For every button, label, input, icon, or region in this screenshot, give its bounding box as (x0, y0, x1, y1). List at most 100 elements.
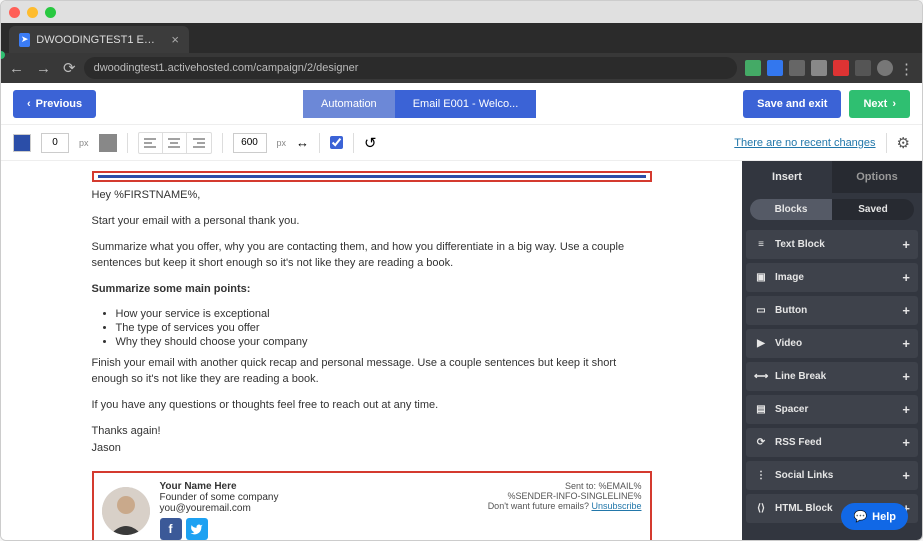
align-right-icon[interactable] (187, 133, 211, 153)
closing-text: Finish your email with another quick rec… (92, 356, 652, 388)
signature-email: you@youremail.com (160, 503, 279, 514)
divider-block-selected[interactable] (92, 171, 652, 182)
nav-reload-icon[interactable]: ⟳ (63, 59, 76, 77)
step-email[interactable]: Email E001 - Welco... (395, 90, 537, 118)
help-button[interactable]: 💬 Help (841, 503, 908, 530)
subtab-saved[interactable]: Saved (832, 199, 914, 220)
sender-info-text: %SENDER-INFO-SINGLELINE% (488, 491, 642, 501)
previous-button[interactable]: ‹ Previous (13, 90, 96, 118)
border-color-swatch[interactable] (99, 134, 117, 152)
intro-text: Start your email with a personal thank y… (92, 214, 652, 230)
align-center-icon[interactable] (163, 133, 187, 153)
tab-options[interactable]: Options (832, 161, 922, 193)
stepper: Automation Email E001 - Welco... (303, 90, 536, 118)
signature-block-selected[interactable]: Your Name Here Founder of some company y… (92, 471, 652, 541)
width-input[interactable] (233, 133, 267, 153)
block-item-spacer[interactable]: ▤Spacer+ (746, 395, 918, 424)
block-item-video[interactable]: ▶Video+ (746, 329, 918, 358)
save-exit-button[interactable]: Save and exit (743, 90, 841, 118)
email-canvas[interactable]: Hey %FIRSTNAME%, Start your email with a… (1, 161, 742, 541)
nav-back-icon[interactable]: ← (9, 60, 24, 77)
plus-icon: + (902, 336, 910, 351)
tab-title: DWOODINGTEST1 Email Mark (36, 34, 161, 46)
divider-line (98, 175, 646, 178)
align-left-icon[interactable] (139, 133, 163, 153)
chevron-right-icon: › (892, 98, 896, 110)
block-label: Text Block (775, 239, 825, 250)
signer-text: Jason (92, 441, 652, 457)
tab-insert[interactable]: Insert (742, 161, 832, 193)
profile-icon[interactable] (877, 60, 893, 76)
facebook-icon[interactable]: f (160, 518, 182, 540)
macos-titlebar (1, 1, 922, 23)
undo-icon[interactable]: ↺ (364, 134, 377, 152)
divider (886, 133, 887, 153)
thanks-text: Thanks again! (92, 424, 652, 440)
border-width-input[interactable] (41, 133, 69, 153)
ext-icon[interactable] (789, 60, 805, 76)
block-item-social-links[interactable]: ⋮Social Links+ (746, 461, 918, 490)
toggle-checkbox[interactable] (330, 136, 343, 149)
twitter-icon[interactable] (186, 518, 208, 540)
block-item-rss-feed[interactable]: ⟳RSS Feed+ (746, 428, 918, 457)
window-maximize-icon[interactable] (45, 7, 56, 18)
width-full-icon[interactable]: ↔ (296, 135, 309, 150)
plus-icon: + (902, 270, 910, 285)
block-icon: ▣ (754, 272, 768, 283)
block-item-line-break[interactable]: ⟷ Line Break + (746, 362, 918, 391)
list-item: The type of services you offer (116, 322, 652, 334)
email-body[interactable]: Hey %FIRSTNAME%, Start your email with a… (92, 188, 652, 457)
app-header: ‹ Previous Automation Email E001 - Welco… (1, 83, 922, 125)
block-label: HTML Block (775, 503, 833, 514)
ext-icon[interactable] (767, 60, 783, 76)
block-icon: ⟷ (754, 371, 768, 382)
ext-icon[interactable] (855, 60, 871, 76)
points-list: How your service is exceptional The type… (116, 308, 652, 348)
list-item: Why they should choose your company (116, 336, 652, 348)
align-group (138, 132, 212, 154)
list-item: How your service is exceptional (116, 308, 652, 320)
sidebar: Insert Options Blocks Saved ≡Text Block+… (742, 161, 922, 541)
block-icon: ▭ (754, 305, 768, 316)
block-icon: ▶ (754, 338, 768, 349)
signature-name: Your Name Here (160, 481, 279, 492)
browser-toolbar: ← → ⟳ dwoodingtest1.activehosted.com/cam… (1, 53, 922, 83)
unit-label: px (277, 138, 287, 148)
step-automation[interactable]: Automation (303, 90, 395, 118)
favicon-icon: ➤ (19, 33, 30, 47)
block-icon: ▤ (754, 404, 768, 415)
next-button[interactable]: Next › (849, 90, 910, 118)
subtab-blocks[interactable]: Blocks (750, 199, 832, 220)
window-minimize-icon[interactable] (27, 7, 38, 18)
url-input[interactable]: dwoodingtest1.activehosted.com/campaign/… (84, 57, 737, 79)
plus-icon: + (902, 435, 910, 450)
chat-icon: 💬 (853, 510, 867, 523)
block-icon: ⟳ (754, 437, 768, 448)
tab-close-icon[interactable]: × (171, 32, 179, 47)
greeting-text: Hey %FIRSTNAME%, (92, 188, 652, 204)
background-color-swatch[interactable] (13, 134, 31, 152)
ext-icon[interactable] (811, 60, 827, 76)
ext-icon[interactable] (745, 60, 761, 76)
browser-tabbar: ➤ DWOODINGTEST1 Email Mark × (1, 23, 922, 53)
ext-icon[interactable] (833, 60, 849, 76)
block-label: Line Break (775, 371, 826, 382)
gear-icon[interactable]: ⚙ (897, 134, 910, 152)
window-close-icon[interactable] (9, 7, 20, 18)
block-item-button[interactable]: ▭ Button + (746, 296, 918, 325)
plus-icon: + (902, 369, 910, 384)
block-item-image[interactable]: ▣ Image + (746, 263, 918, 292)
plus-icon: + (902, 303, 910, 318)
block-item-text-block[interactable]: ≡Text Block+ (746, 230, 918, 259)
browser-tab[interactable]: ➤ DWOODINGTEST1 Email Mark × (9, 26, 189, 53)
plus-icon: + (902, 402, 910, 417)
questions-text: If you have any questions or thoughts fe… (92, 398, 652, 414)
nav-forward-icon[interactable]: → (36, 60, 51, 77)
url-text: dwoodingtest1.activehosted.com/campaign/… (94, 62, 359, 74)
unsubscribe-link[interactable]: Unsubscribe (591, 501, 641, 511)
chevron-left-icon: ‹ (27, 98, 31, 110)
block-label: Button (775, 305, 807, 316)
sub-tabs: Blocks Saved (750, 199, 914, 220)
block-label: Image (775, 272, 804, 283)
menu-icon[interactable]: ⋮ (899, 60, 914, 76)
